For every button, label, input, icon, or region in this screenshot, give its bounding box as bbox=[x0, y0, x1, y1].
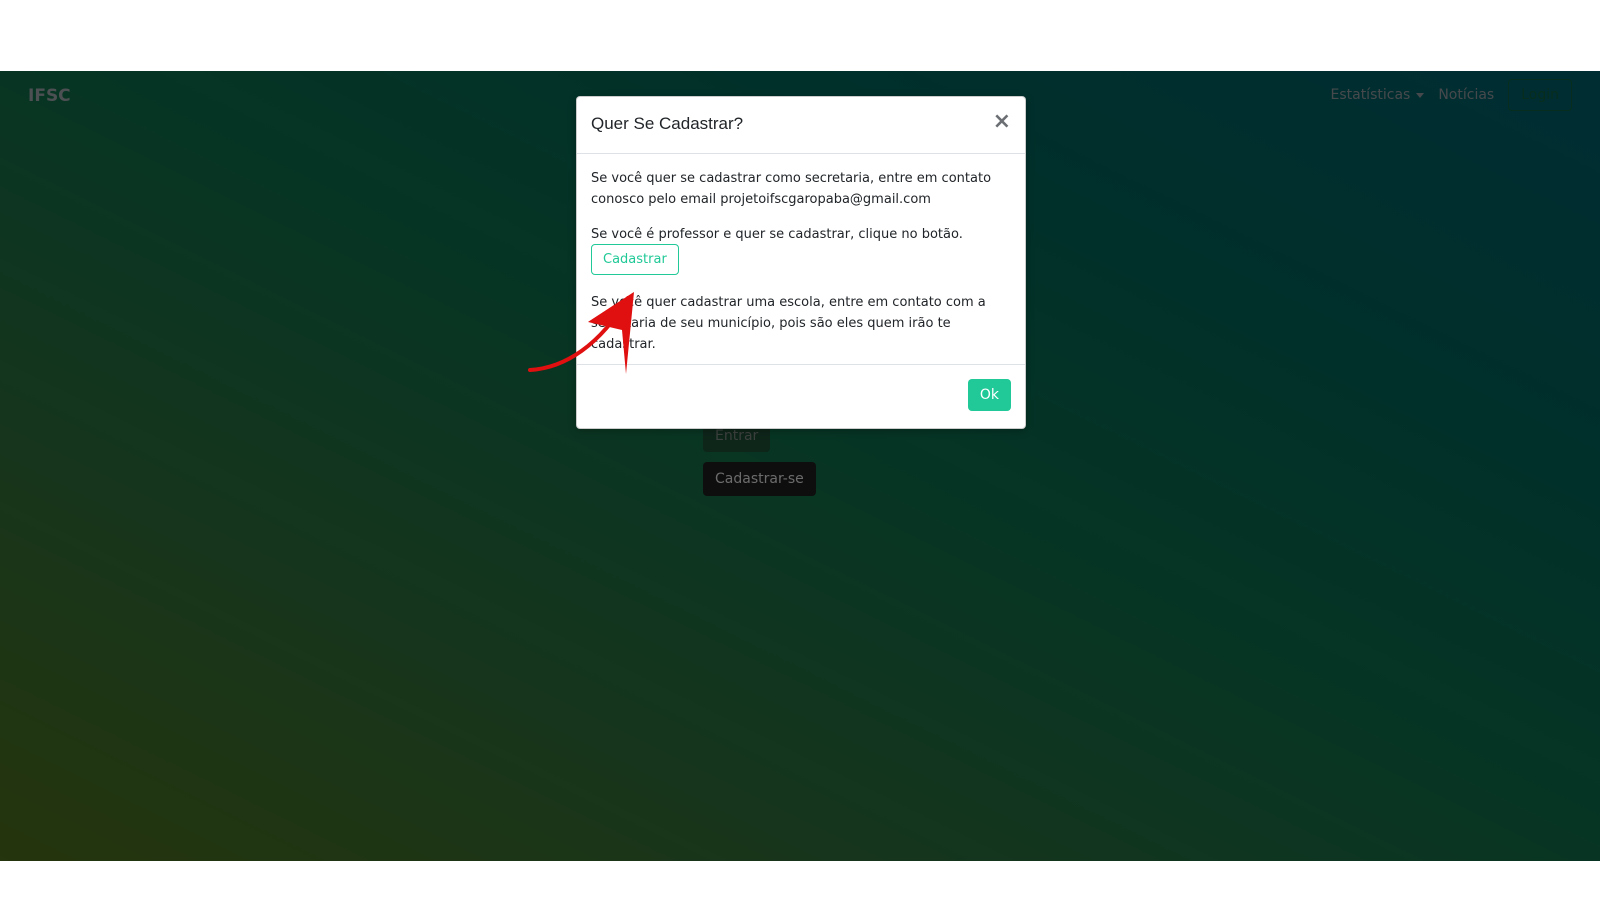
school-info-text: Se você quer cadastrar uma escola, entre… bbox=[591, 295, 986, 352]
modal-footer: Ok bbox=[577, 365, 1025, 425]
modal-body: Se você quer se cadastrar como secretari… bbox=[577, 154, 1025, 365]
secretary-info-text: Se você quer se cadastrar como secretari… bbox=[591, 171, 992, 207]
modal-title: Quer Se Cadastrar? bbox=[591, 114, 744, 133]
signup-modal: Quer Se Cadastrar? × Se você quer se cad… bbox=[576, 96, 1026, 429]
close-icon[interactable]: × bbox=[993, 111, 1011, 133]
teacher-info-text: Se você é professor e quer se cadastrar,… bbox=[591, 227, 963, 242]
page: IFSC Estatísticas Notícias Login Entrar … bbox=[0, 0, 1600, 900]
register-teacher-button[interactable]: Cadastrar bbox=[591, 244, 679, 275]
modal-header: Quer Se Cadastrar? × bbox=[577, 97, 1025, 154]
page-bottom-margin bbox=[0, 861, 1600, 900]
ok-button[interactable]: Ok bbox=[967, 379, 1011, 411]
